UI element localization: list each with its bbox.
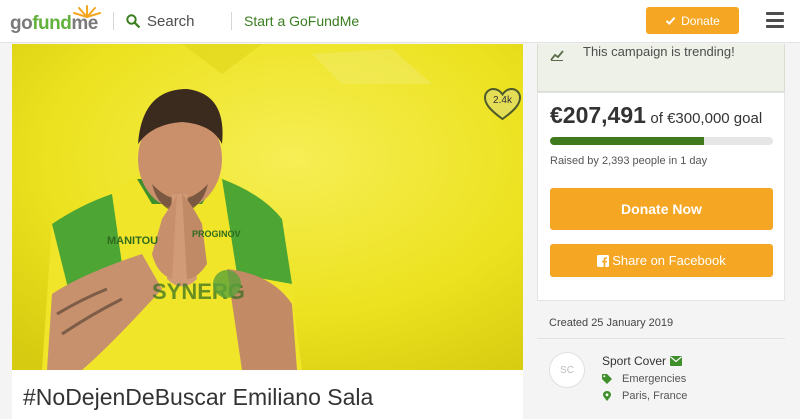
trending-chart-icon	[550, 50, 564, 61]
goal-text: of €300,000 goal	[650, 110, 763, 127]
organizer-name-row[interactable]: Sport Cover	[602, 354, 683, 368]
search-icon	[126, 14, 140, 28]
donate-label: Donate	[681, 13, 720, 28]
organizer-name: Sport Cover	[602, 354, 667, 368]
donate-now-button[interactable]: Donate Now	[550, 188, 773, 230]
heart-count: 2.4k	[493, 95, 512, 106]
envelope-icon[interactable]	[670, 356, 683, 366]
campaign-title-bar: #NoDejenDeBuscar Emiliano Sala	[12, 370, 523, 419]
campaign-title: #NoDejenDeBuscar Emiliano Sala	[23, 384, 374, 410]
campaign-photo[interactable]: MANITOU PROGINOV SYNERG 2.4k 31	[12, 44, 523, 370]
logo-wordmark: gofundme	[10, 13, 98, 34]
search-button[interactable]: Search	[126, 11, 195, 31]
header-divider	[231, 12, 232, 30]
organizer-category: Emergencies	[622, 373, 687, 385]
share-facebook-button[interactable]: Share on Facebook	[550, 244, 773, 277]
amount-raised: €207,491 of €300,000 goal	[550, 102, 762, 129]
progress-fill	[550, 137, 704, 145]
progress-bar	[550, 137, 773, 145]
organizer-location-row: Paris, France	[602, 390, 687, 402]
map-pin-icon	[603, 391, 611, 401]
search-label: Search	[147, 12, 195, 30]
check-icon	[665, 16, 676, 26]
organizer-location: Paris, France	[622, 390, 688, 402]
hamburger-menu-icon[interactable]	[766, 12, 784, 28]
campaign-photo-image: MANITOU PROGINOV SYNERG	[12, 44, 523, 370]
trending-banner: This campaign is trending!	[537, 44, 785, 92]
header-donate-button[interactable]: Donate	[646, 7, 739, 34]
header-divider	[113, 12, 114, 30]
tag-icon	[602, 374, 612, 384]
organizer-category-row[interactable]: Emergencies	[602, 373, 686, 385]
top-nav: gofundme Search Start a GoFundMe Donate	[0, 0, 800, 43]
created-date: Created 25 January 2019	[549, 317, 674, 329]
share-label: Share on Facebook	[612, 253, 726, 268]
facebook-icon	[597, 254, 610, 267]
page: gofundme Search Start a GoFundMe Donate	[0, 0, 800, 419]
svg-text:MANITOU: MANITOU	[107, 235, 158, 247]
raised-amount: €207,491	[550, 102, 646, 128]
trending-text: This campaign is trending!	[583, 44, 735, 59]
gofundme-logo[interactable]: gofundme	[10, 4, 102, 38]
donation-card: €207,491 of €300,000 goal Raised by 2,39…	[537, 92, 785, 301]
organizer-avatar[interactable]: SC	[549, 352, 585, 388]
svg-text:PROGINOV: PROGINOV	[192, 229, 241, 239]
start-gofundme-link[interactable]: Start a GoFundMe	[244, 13, 359, 29]
raised-by-text: Raised by 2,393 people in 1 day	[550, 155, 708, 167]
organizer-panel: SC Sport Cover Emergencies Paris, France	[537, 338, 785, 419]
